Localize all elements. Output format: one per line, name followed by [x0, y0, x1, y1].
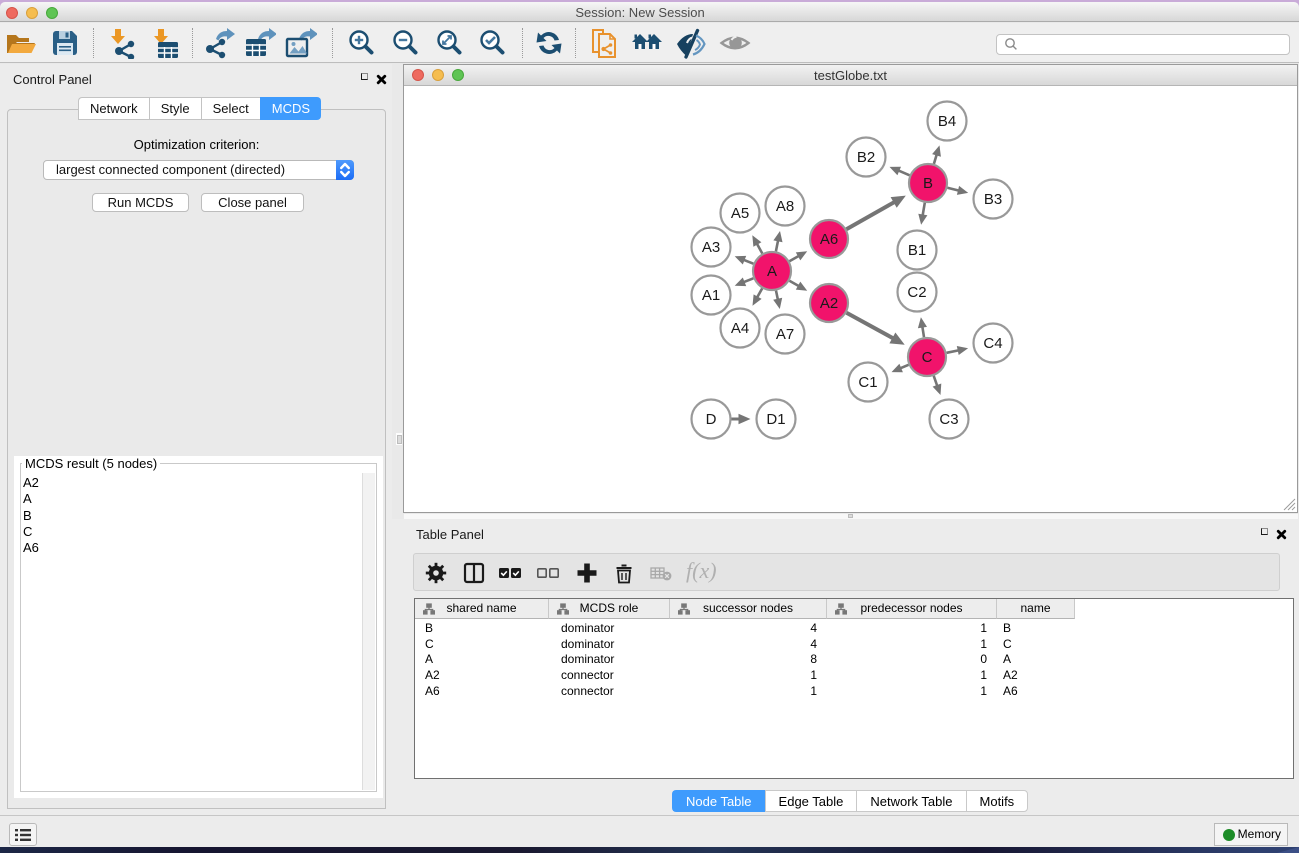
svg-text:B2: B2 [857, 149, 875, 166]
svg-text:D: D [706, 411, 717, 428]
svg-text:A: A [767, 263, 777, 280]
svg-text:B4: B4 [938, 113, 956, 130]
svg-text:B3: B3 [984, 191, 1002, 208]
svg-text:C2: C2 [907, 284, 926, 301]
svg-text:A7: A7 [776, 326, 794, 343]
svg-text:A3: A3 [702, 239, 720, 256]
svg-text:D1: D1 [766, 411, 785, 428]
svg-text:A5: A5 [731, 205, 749, 222]
svg-text:C: C [922, 349, 933, 366]
svg-text:B1: B1 [908, 242, 926, 259]
svg-text:C3: C3 [939, 411, 958, 428]
svg-text:A8: A8 [776, 198, 794, 215]
svg-text:C1: C1 [858, 374, 877, 391]
svg-text:A6: A6 [820, 231, 838, 248]
svg-text:A4: A4 [731, 320, 749, 337]
svg-text:B: B [923, 175, 933, 192]
svg-text:C4: C4 [983, 335, 1002, 352]
svg-text:A1: A1 [702, 287, 720, 304]
svg-text:A2: A2 [820, 295, 838, 312]
